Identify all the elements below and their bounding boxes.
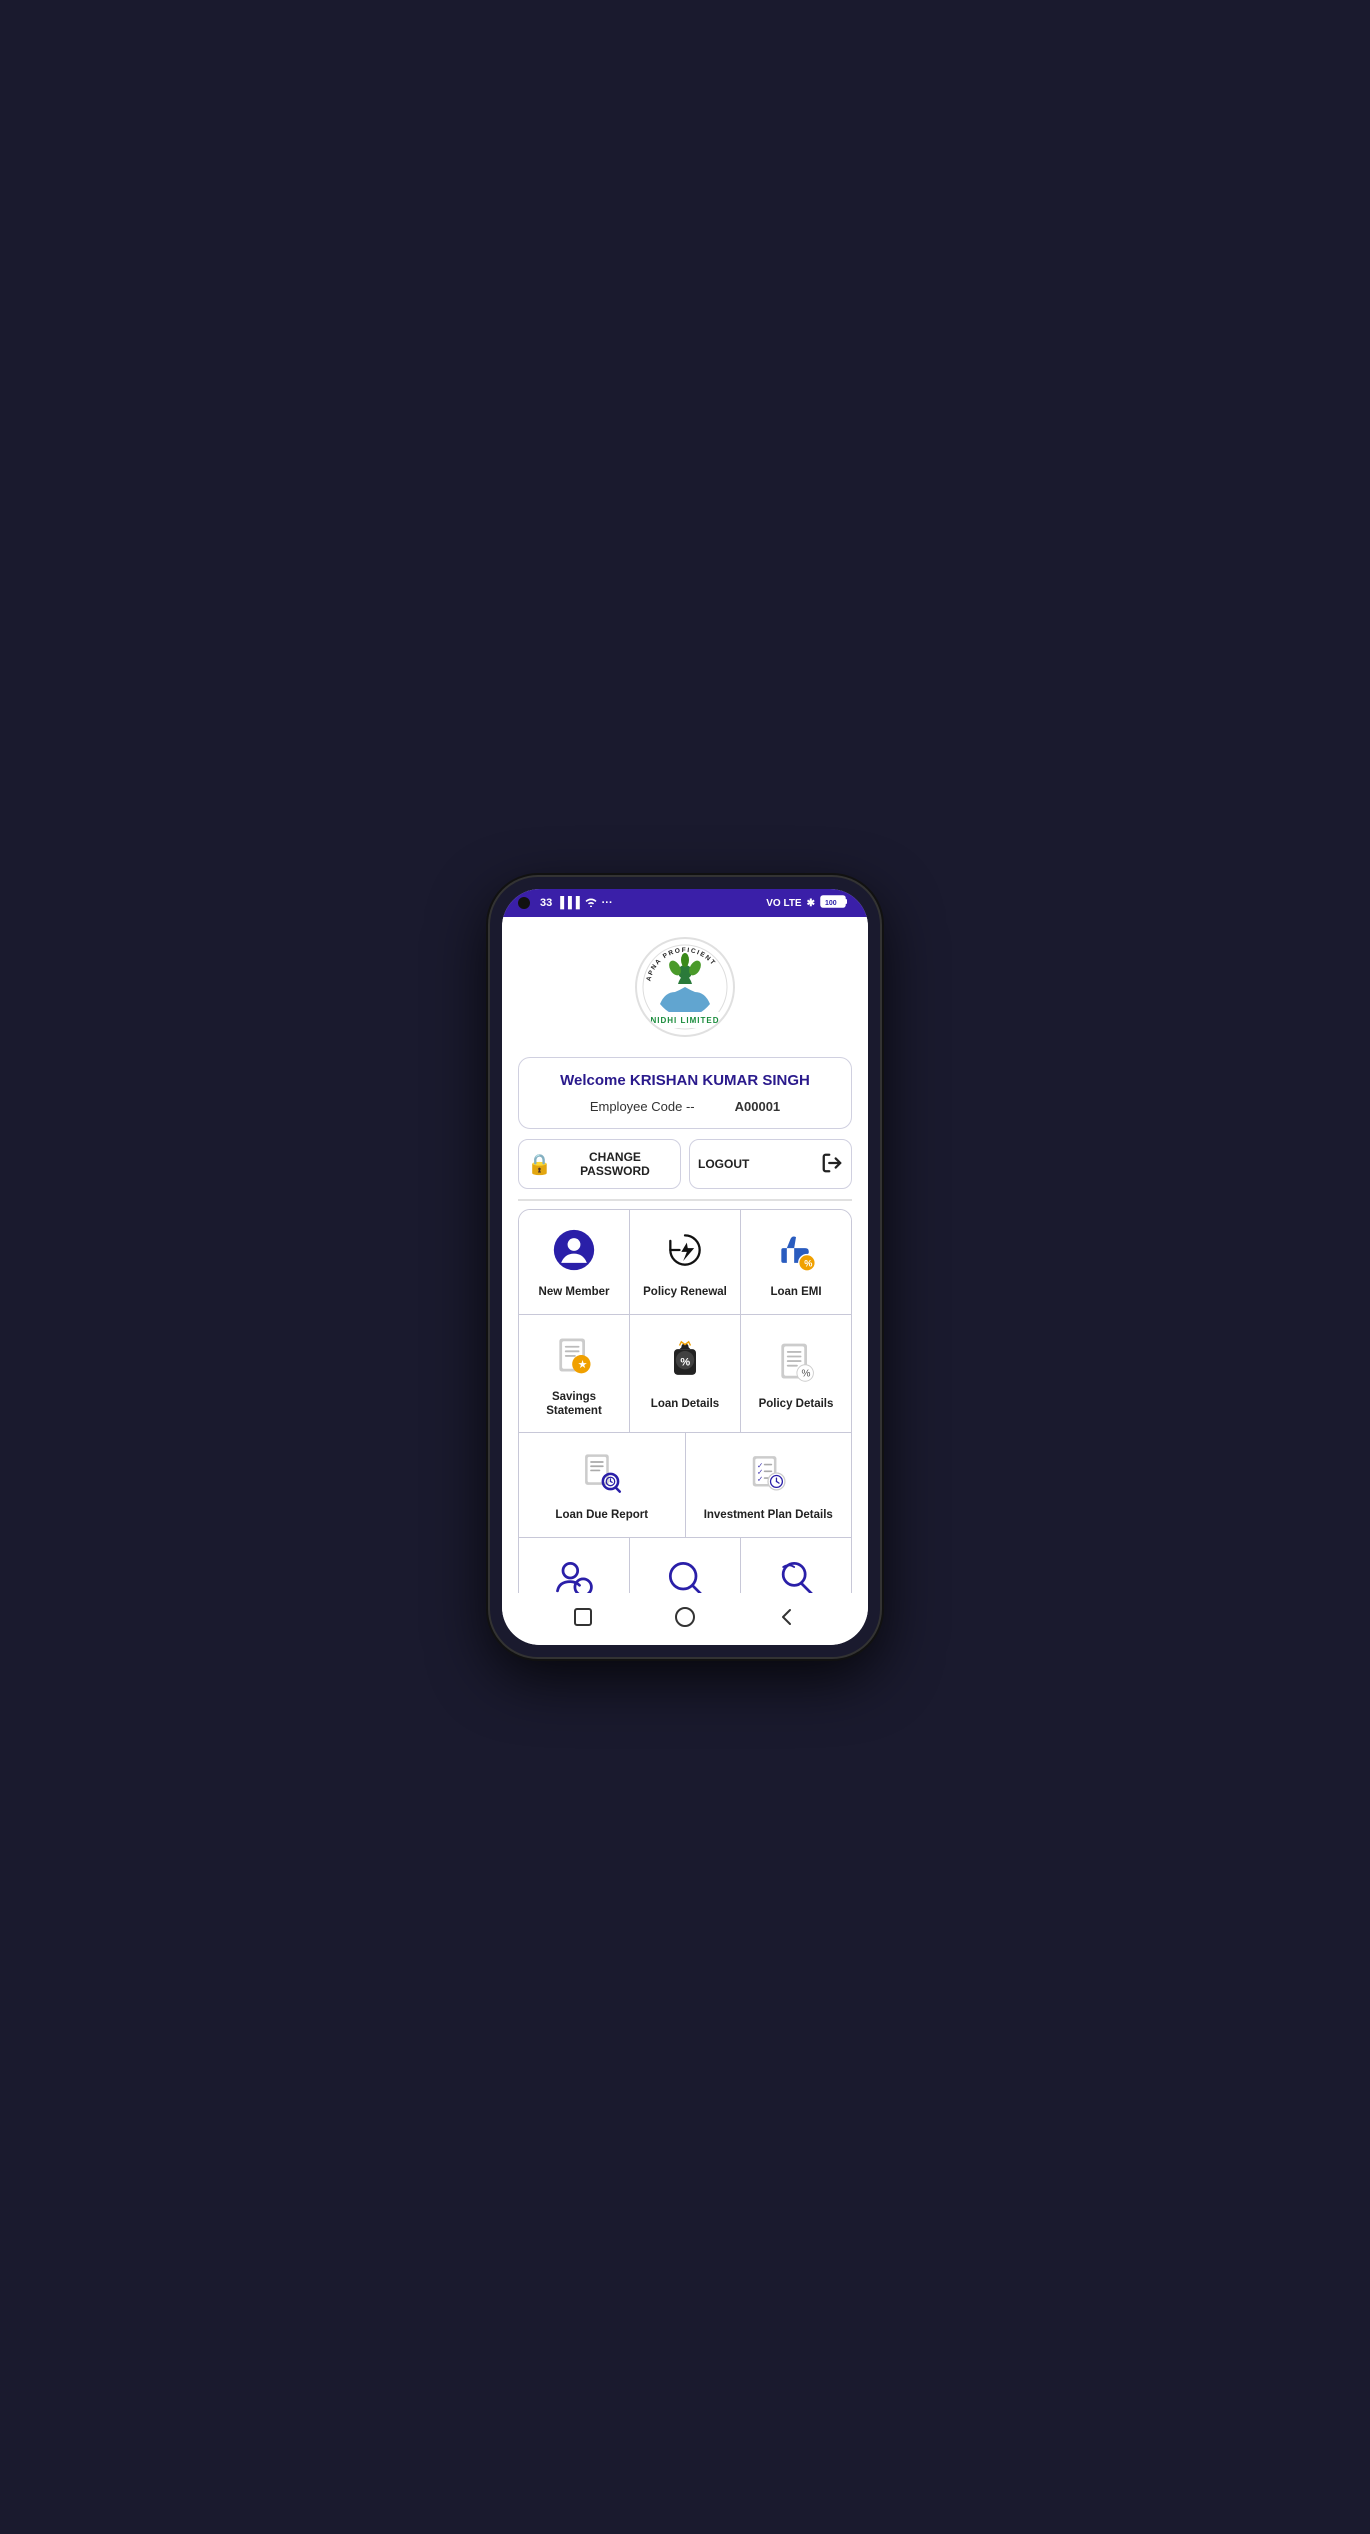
battery-icon: 100 [820,895,848,911]
menu-search-alt[interactable] [741,1538,851,1593]
new-member-label: New Member [539,1286,610,1300]
menu-row-4 [519,1538,851,1593]
menu-policy-renewal[interactable]: Policy Renewal [630,1210,741,1314]
investment-plan-icon: ✓ ✓ ✓ [746,1451,790,1501]
nav-bar [502,1593,868,1645]
wifi-icon [584,896,598,910]
menu-loan-details[interactable]: % Loan Details [630,1315,741,1433]
loan-details-label: Loan Details [651,1398,719,1412]
loan-details-icon: % [663,1340,707,1390]
app-logo: APNA PROFICIENT [635,937,735,1037]
employee-label: Employee Code -- [590,1099,695,1114]
svg-text:%: % [680,1356,690,1368]
menu-grid: New Member Policy Renewal [518,1209,852,1593]
change-password-button[interactable]: 🔒 CHANGE PASSWORD [518,1139,681,1189]
logout-label: LOGOUT [698,1157,749,1171]
search-main-icon [663,1556,707,1593]
menu-search-main[interactable] [630,1538,741,1593]
menu-investment-plan[interactable]: ✓ ✓ ✓ [686,1433,852,1537]
investment-plan-label: Investment Plan Details [704,1509,833,1523]
phone-frame: 33 ▐▐▐ ··· VO LTE ✱ 100 [490,877,880,1657]
status-bar: 33 ▐▐▐ ··· VO LTE ✱ 100 [502,889,868,917]
svg-text:100: 100 [825,900,837,907]
action-buttons: 🔒 CHANGE PASSWORD LOGOUT [518,1139,852,1189]
menu-policy-details[interactable]: % Policy Details [741,1315,851,1433]
policy-details-icon: % [774,1340,818,1390]
vo-lte: VO LTE [766,898,801,909]
screen-content: APNA PROFICIENT [502,917,868,1593]
nav-back-button[interactable] [773,1603,801,1631]
change-password-label: CHANGE PASSWORD [558,1150,672,1178]
loan-due-report-label: Loan Due Report [555,1509,648,1523]
signal-icon: ▐▐▐ [556,897,579,909]
search-alt-icon [774,1556,818,1593]
new-member-icon [552,1228,596,1278]
logout-icon [821,1152,843,1177]
menu-row-1: New Member Policy Renewal [519,1210,851,1315]
policy-renewal-icon [663,1228,707,1278]
loan-emi-icon: % [774,1228,818,1278]
savings-statement-label: Savings Statement [527,1391,621,1419]
logout-button[interactable]: LOGOUT [689,1139,852,1189]
svg-text:✓: ✓ [757,1475,763,1484]
menu-loan-due-report[interactable]: Loan Due Report [519,1433,686,1537]
menu-loan-emi[interactable]: % Loan EMI [741,1210,851,1314]
menu-row-3: Loan Due Report ✓ ✓ [519,1433,851,1538]
employee-value: A00001 [735,1099,781,1114]
search-person-icon [552,1556,596,1593]
menu-row-2: ★ Savings Statement [519,1315,851,1434]
lock-icon: 🔒 [527,1152,552,1177]
status-right: VO LTE ✱ 100 [766,895,848,911]
nav-square-button[interactable] [569,1603,597,1631]
camera-notch [518,897,530,909]
policy-details-label: Policy Details [759,1398,834,1412]
welcome-card: Welcome KRISHAN KUMAR SINGH Employee Cod… [518,1057,852,1129]
savings-statement-icon: ★ [552,1333,596,1383]
menu-savings-statement[interactable]: ★ Savings Statement [519,1315,630,1433]
svg-text:★: ★ [578,1359,588,1371]
bluetooth-icon: ✱ [807,898,815,909]
menu-new-member[interactable]: New Member [519,1210,630,1314]
loan-emi-label: Loan EMI [770,1286,821,1300]
status-left: 33 ▐▐▐ ··· [518,896,613,910]
policy-renewal-label: Policy Renewal [643,1286,727,1300]
logo-area: APNA PROFICIENT [502,917,868,1047]
svg-text:NIDHI LIMITED: NIDHI LIMITED [651,1016,720,1025]
nav-home-button[interactable] [671,1603,699,1631]
loan-due-report-icon [580,1451,624,1501]
svg-text:%: % [802,1368,811,1379]
phone-screen: 33 ▐▐▐ ··· VO LTE ✱ 100 [502,889,868,1645]
svg-text:%: % [804,1259,812,1269]
menu-search-person[interactable] [519,1538,630,1593]
employee-row: Employee Code -- A00001 [539,1099,831,1114]
divider [518,1199,852,1201]
status-time: 33 [540,897,552,909]
welcome-title: Welcome KRISHAN KUMAR SINGH [539,1072,831,1089]
dots-icon: ··· [602,897,613,909]
